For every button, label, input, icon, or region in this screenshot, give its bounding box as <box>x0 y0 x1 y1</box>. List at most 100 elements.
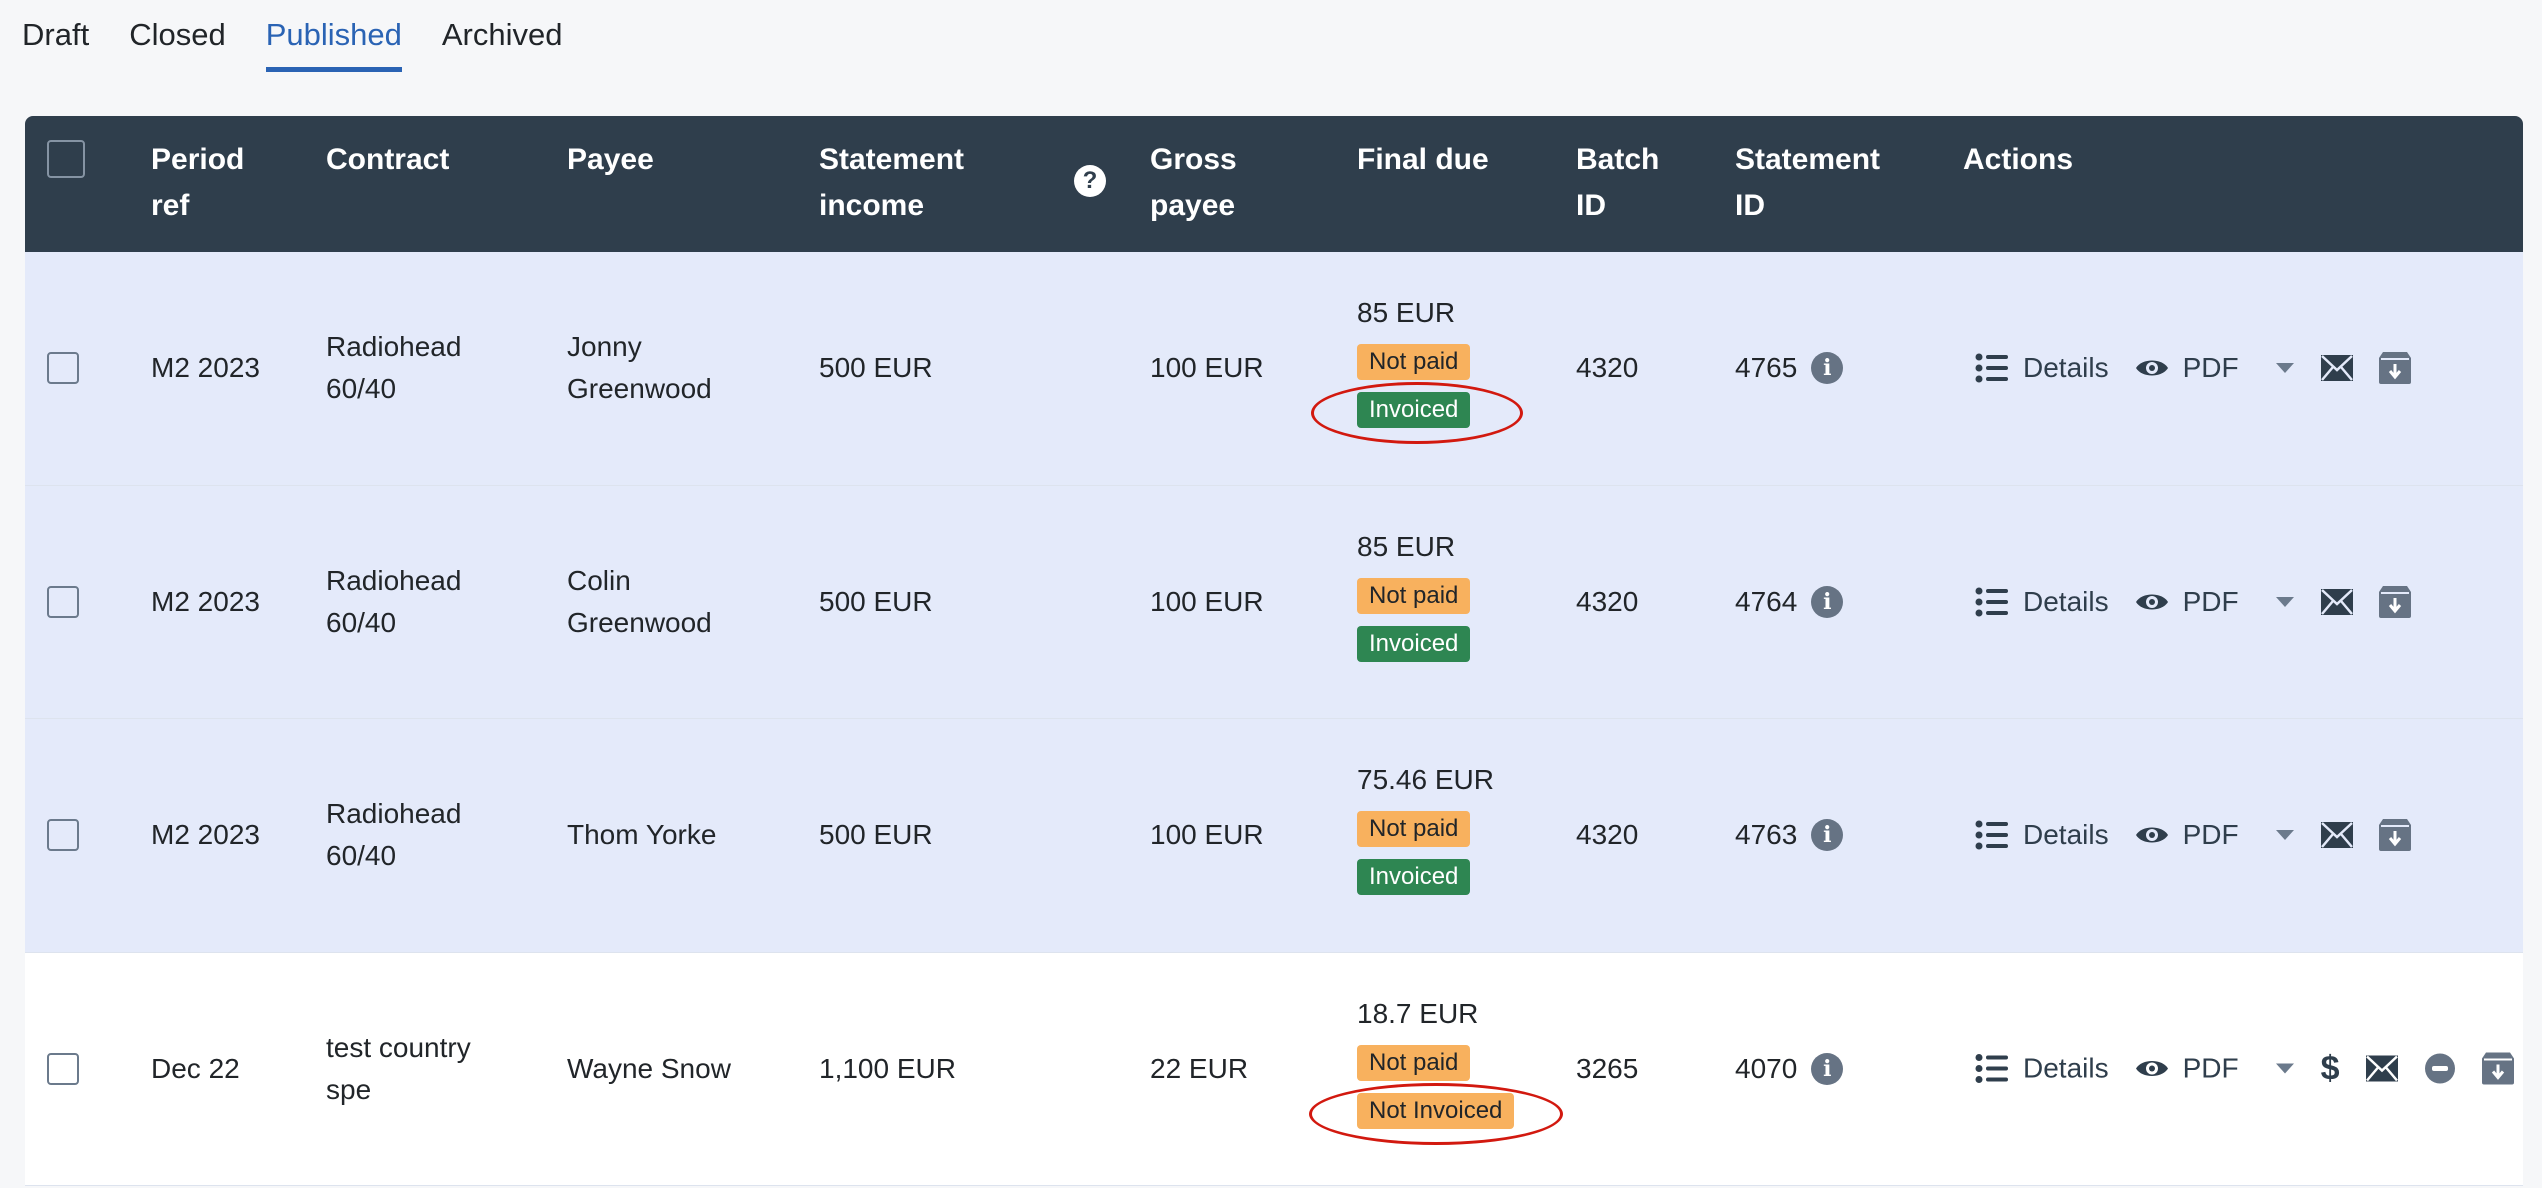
info-icon[interactable]: i <box>1811 819 1844 852</box>
row-checkbox[interactable] <box>47 585 79 618</box>
archive-button[interactable] <box>2378 585 2411 618</box>
eye-icon <box>2135 827 2168 843</box>
remove-button[interactable] <box>2424 1053 2456 1085</box>
statement-income: 1,100 EUR <box>819 1052 956 1084</box>
statement-id: 4070 i <box>1735 1048 1844 1090</box>
header-statement-income-line2: income <box>819 189 925 222</box>
batch-id: 4320 <box>1576 585 1639 617</box>
batch-id: 4320 <box>1576 352 1639 384</box>
details-button[interactable]: Details <box>1975 1053 2109 1085</box>
pdf-button[interactable]: PDF <box>2135 586 2239 618</box>
header-payee[interactable]: Payee <box>567 137 654 183</box>
table-row[interactable]: M2 2023 Radiohead 60/40 Jonny Greenwood 50… <box>25 252 2523 486</box>
header-batch-id[interactable]: Batch ID <box>1576 137 1659 229</box>
eye-icon <box>2135 594 2168 610</box>
envelope-icon <box>2365 1055 2398 1082</box>
details-label: Details <box>2023 1052 2109 1084</box>
question-circle-icon[interactable]: ? <box>1074 165 1106 197</box>
tab-published[interactable]: Published <box>265 0 402 72</box>
pdf-dropdown-toggle[interactable] <box>2275 829 2295 841</box>
statement-id: 4764 i <box>1735 581 1844 623</box>
contract-line: 60/40 <box>326 840 397 872</box>
contract-line: 60/40 <box>326 606 397 638</box>
details-button[interactable]: Details <box>1975 352 2109 384</box>
final-due-amount: 85 EUR <box>1357 297 1456 329</box>
caret-down-icon <box>2275 363 2294 374</box>
archive-button[interactable] <box>2378 819 2411 852</box>
minus-circle-icon <box>2424 1053 2455 1084</box>
row-checkbox[interactable] <box>47 1052 79 1085</box>
tab-closed[interactable]: Closed <box>129 0 226 72</box>
contract-line: test country <box>326 1031 471 1063</box>
row-checkbox[interactable] <box>47 352 79 385</box>
header-gross-payee[interactable]: Gross payee <box>1150 137 1237 229</box>
header-period-ref[interactable]: Period ref <box>151 137 244 229</box>
period-ref: M2 2023 <box>151 352 260 384</box>
pdf-label: PDF <box>2182 819 2239 851</box>
details-button[interactable]: Details <box>1975 819 2109 851</box>
header-statement-income[interactable]: Statement income <box>819 137 964 229</box>
send-email-button[interactable] <box>2320 822 2353 849</box>
header-contract[interactable]: Contract <box>326 137 449 183</box>
statement-id-value: 4765 <box>1735 352 1798 384</box>
contract-line: spe <box>326 1073 372 1105</box>
send-email-button[interactable] <box>2320 588 2353 615</box>
tab-draft[interactable]: Draft <box>22 0 89 72</box>
details-button[interactable]: Details <box>1975 586 2109 618</box>
row-checkbox[interactable] <box>47 819 79 852</box>
table-row[interactable]: M2 2023 Radiohead 60/40 Thom Yorke 500 EU… <box>25 719 2523 953</box>
dollar-icon: $ <box>2320 1049 2340 1088</box>
pdf-dropdown-toggle[interactable] <box>2275 596 2295 608</box>
list-icon <box>1975 353 2008 383</box>
pdf-button[interactable]: PDF <box>2135 1053 2239 1085</box>
statements-table: Period ref Contract Payee Statement inco… <box>25 116 2523 1186</box>
archive-button[interactable] <box>2378 352 2411 385</box>
payee: Thom Yorke <box>567 814 716 856</box>
payee-line: Greenwood <box>567 606 712 638</box>
table-row[interactable]: Dec 22 test country spe Wayne Snow 1,100 … <box>25 952 2523 1186</box>
payee: Jonny Greenwood <box>567 326 712 410</box>
invoice-status-badge: Invoiced <box>1357 859 1471 896</box>
gross-payee: 100 EUR <box>1150 352 1264 384</box>
envelope-icon <box>2320 822 2353 849</box>
contract: Radiohead 60/40 <box>326 793 461 877</box>
caret-down-icon <box>2275 830 2294 841</box>
pdf-dropdown-toggle[interactable] <box>2275 362 2295 374</box>
statement-id-value: 4763 <box>1735 819 1798 851</box>
info-icon[interactable]: i <box>1811 1052 1844 1085</box>
header-gross-payee-line1: Gross <box>1150 143 1237 176</box>
row-actions: Details PDF $ <box>1975 1049 2514 1088</box>
payment-status-badge: Not paid <box>1357 811 1471 848</box>
mark-paid-button[interactable]: $ <box>2321 1049 2340 1088</box>
send-email-button[interactable] <box>2365 1055 2398 1082</box>
info-icon[interactable]: i <box>1811 585 1844 618</box>
pdf-button[interactable]: PDF <box>2135 352 2239 384</box>
final-due-amount: 18.7 EUR <box>1357 997 1479 1029</box>
select-all-checkbox[interactable] <box>47 140 85 178</box>
statement-income: 500 EUR <box>819 352 933 384</box>
gross-payee: 100 EUR <box>1150 819 1264 851</box>
table-row[interactable]: M2 2023 Radiohead 60/40 Colin Greenwood 50… <box>25 485 2523 719</box>
contract: test country spe <box>326 1027 471 1111</box>
final-due: 85 EUR Not paid Invoiced <box>1311 296 1523 445</box>
archive-button[interactable] <box>2481 1052 2514 1085</box>
row-actions: Details PDF $ <box>1975 819 2411 852</box>
info-icon[interactable]: i <box>1811 352 1844 385</box>
header-actions: Actions <box>1963 143 2074 176</box>
status-tabs: Draft Closed Published Archived <box>22 0 602 72</box>
tab-archived[interactable]: Archived <box>442 0 563 72</box>
header-statement-id[interactable]: Statement ID <box>1735 137 1880 229</box>
details-label: Details <box>2023 819 2109 851</box>
statement-id: 4763 i <box>1735 814 1844 856</box>
details-label: Details <box>2023 585 2109 617</box>
send-email-button[interactable] <box>2320 355 2353 382</box>
statement-income: 500 EUR <box>819 819 933 851</box>
list-icon <box>1975 820 2008 850</box>
pdf-button[interactable]: PDF <box>2135 819 2239 851</box>
contract-line: Radiohead <box>326 798 462 830</box>
batch-id: 3265 <box>1576 1052 1639 1084</box>
final-due: 85 EUR Not paid Invoiced <box>1357 530 1471 674</box>
contract: Radiohead 60/40 <box>326 560 461 644</box>
header-final-due[interactable]: Final due <box>1357 137 1489 183</box>
pdf-dropdown-toggle[interactable] <box>2275 1063 2295 1075</box>
